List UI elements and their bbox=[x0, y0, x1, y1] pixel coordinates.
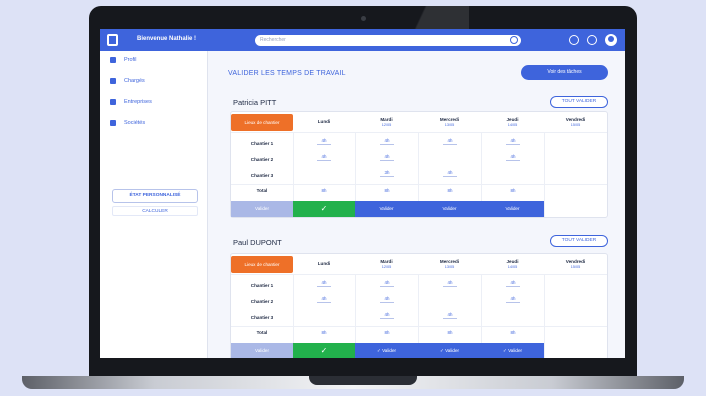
hours-cell[interactable]: 4h bbox=[293, 154, 355, 161]
day-header: Vendredi 15/05 bbox=[565, 259, 586, 269]
hours-cell[interactable]: 4h bbox=[419, 312, 481, 319]
hours-cell[interactable]: 4h bbox=[419, 138, 481, 145]
hours-cell[interactable]: 4h bbox=[293, 138, 355, 145]
day-header: Lundi bbox=[317, 119, 331, 124]
webcam bbox=[361, 16, 366, 21]
day-header: Vendredi 15/05 bbox=[565, 117, 586, 127]
row-label: Chantier 2 bbox=[250, 157, 274, 162]
total-cell: 8h bbox=[510, 188, 516, 193]
validate-day-button[interactable]: Valider bbox=[481, 201, 544, 217]
tools-icon bbox=[110, 120, 116, 126]
calculate-button[interactable]: CALCULER bbox=[112, 206, 198, 216]
sidebar-item-label: Sociétés bbox=[124, 120, 146, 126]
validate-cell-button[interactable]: Valider bbox=[231, 343, 293, 358]
total-cell: 8h bbox=[384, 188, 390, 193]
avatar[interactable] bbox=[605, 34, 617, 46]
hours-cell[interactable]: 4h bbox=[482, 296, 544, 303]
validate-day-button[interactable]: Valider bbox=[418, 201, 481, 217]
day-header: Mardi 12/05 bbox=[380, 117, 393, 127]
hours-cell[interactable]: 4h bbox=[482, 280, 544, 287]
total-cell: 8h bbox=[321, 188, 327, 193]
hours-cell[interactable]: 4h bbox=[356, 138, 418, 145]
search-input[interactable]: Rechercher bbox=[255, 35, 521, 46]
total-cell: 8h bbox=[447, 188, 453, 193]
custom-state-button[interactable]: ÉTAT PERSONNALISÉ bbox=[112, 189, 198, 203]
search-placeholder: Rechercher bbox=[260, 37, 286, 43]
total-label: Total bbox=[256, 330, 268, 335]
sidebar-item-label: Chargés bbox=[124, 78, 145, 84]
hours-cell[interactable]: 4h bbox=[482, 154, 544, 161]
sidebar-item-entreprises[interactable]: Entreprises bbox=[110, 97, 152, 107]
total-cell: 8h bbox=[321, 330, 327, 335]
total-cell: 8h bbox=[447, 330, 453, 335]
total-cell: 8h bbox=[384, 330, 390, 335]
row-label: Chantier 3 bbox=[250, 315, 274, 320]
worksite-tag[interactable]: Lieux de chantier bbox=[231, 256, 293, 273]
app-screen: Bienvenue Nathalie ! Rechercher Profil C… bbox=[100, 29, 625, 358]
day-header: Jeudi 14/05 bbox=[506, 117, 519, 127]
divider bbox=[231, 184, 607, 185]
day-header: Mercredi 13/05 bbox=[439, 117, 460, 127]
validate-cell-button[interactable]: Valider bbox=[231, 201, 293, 217]
row-label: Chantier 3 bbox=[250, 173, 274, 178]
validate-day-button[interactable]: ✓ Valider bbox=[481, 343, 544, 358]
sidebar-item-charges[interactable]: Chargés bbox=[110, 76, 145, 86]
user-icon bbox=[110, 57, 116, 63]
timesheet-table: Lieux de chantier Lundi Mardi 12/05 Mercr… bbox=[230, 111, 608, 218]
divider bbox=[231, 132, 607, 133]
hours-cell[interactable]: 4h bbox=[293, 280, 355, 287]
day-header: Lundi bbox=[317, 261, 331, 266]
row-label: Chantier 2 bbox=[250, 299, 274, 304]
hours-cell[interactable]: 4h bbox=[419, 170, 481, 177]
settings-icon[interactable] bbox=[569, 35, 579, 45]
divider bbox=[231, 274, 607, 275]
hours-cell[interactable]: 4h bbox=[293, 296, 355, 303]
sidebar-item-societes[interactable]: Sociétés bbox=[110, 118, 145, 128]
search-icon[interactable] bbox=[510, 36, 518, 44]
page-title: VALIDER LES TEMPS DE TRAVAIL bbox=[228, 70, 346, 77]
app-logo-icon[interactable] bbox=[107, 34, 118, 46]
sidebar-item-profil[interactable]: Profil bbox=[110, 55, 137, 65]
validate-day-button[interactable]: Valider bbox=[355, 201, 418, 217]
validated-check-icon[interactable]: ✓ bbox=[293, 343, 355, 358]
day-header: Mercredi 13/05 bbox=[439, 259, 460, 269]
hours-cell[interactable]: 4h bbox=[419, 280, 481, 287]
divider bbox=[544, 132, 545, 217]
validated-check-icon[interactable]: ✓ bbox=[293, 201, 355, 217]
hours-cell[interactable]: 4h bbox=[356, 280, 418, 287]
app-name: Bienvenue Nathalie ! bbox=[137, 36, 197, 42]
worksite-tag[interactable]: Lieux de chantier bbox=[231, 114, 293, 131]
row-label: Chantier 1 bbox=[250, 283, 274, 288]
document-icon bbox=[110, 99, 116, 105]
notification-icon[interactable] bbox=[587, 35, 597, 45]
sidebar: Profil Chargés Entreprises Sociétés ÉTAT… bbox=[100, 51, 208, 358]
hours-cell[interactable]: 4h bbox=[356, 312, 418, 319]
hours-cell[interactable]: 4h bbox=[356, 154, 418, 161]
hours-cell[interactable]: 4h bbox=[482, 138, 544, 145]
validate-all-button[interactable]: TOUT VALIDER bbox=[550, 96, 608, 108]
view-tasks-button[interactable]: Voir des tâches bbox=[521, 65, 608, 80]
validate-day-button[interactable]: ✓ Valider bbox=[418, 343, 481, 358]
row-label: Chantier 1 bbox=[250, 141, 274, 146]
hours-cell[interactable]: 4h bbox=[356, 296, 418, 303]
top-bar: Bienvenue Nathalie ! Rechercher bbox=[100, 29, 625, 51]
validate-day-button[interactable]: ✓ Valider bbox=[355, 343, 418, 358]
sidebar-item-label: Profil bbox=[124, 57, 137, 63]
employee-name: Patricia PITT bbox=[233, 98, 277, 107]
employee-name: Paul DUPONT bbox=[233, 238, 282, 247]
day-header: Jeudi 14/05 bbox=[506, 259, 519, 269]
sidebar-item-label: Entreprises bbox=[124, 99, 152, 105]
folder-icon bbox=[110, 78, 116, 84]
total-cell: 8h bbox=[510, 330, 516, 335]
day-header: Mardi 12/05 bbox=[380, 259, 393, 269]
divider bbox=[544, 274, 545, 358]
total-label: Total bbox=[256, 188, 268, 193]
laptop-notch bbox=[309, 376, 417, 385]
hours-cell[interactable]: 3h bbox=[356, 170, 418, 177]
timesheet-table: Lieux de chantier Lundi Mardi 12/05 Mercr… bbox=[230, 253, 608, 358]
divider bbox=[231, 326, 607, 327]
validate-all-button[interactable]: TOUT VALIDER bbox=[550, 235, 608, 247]
